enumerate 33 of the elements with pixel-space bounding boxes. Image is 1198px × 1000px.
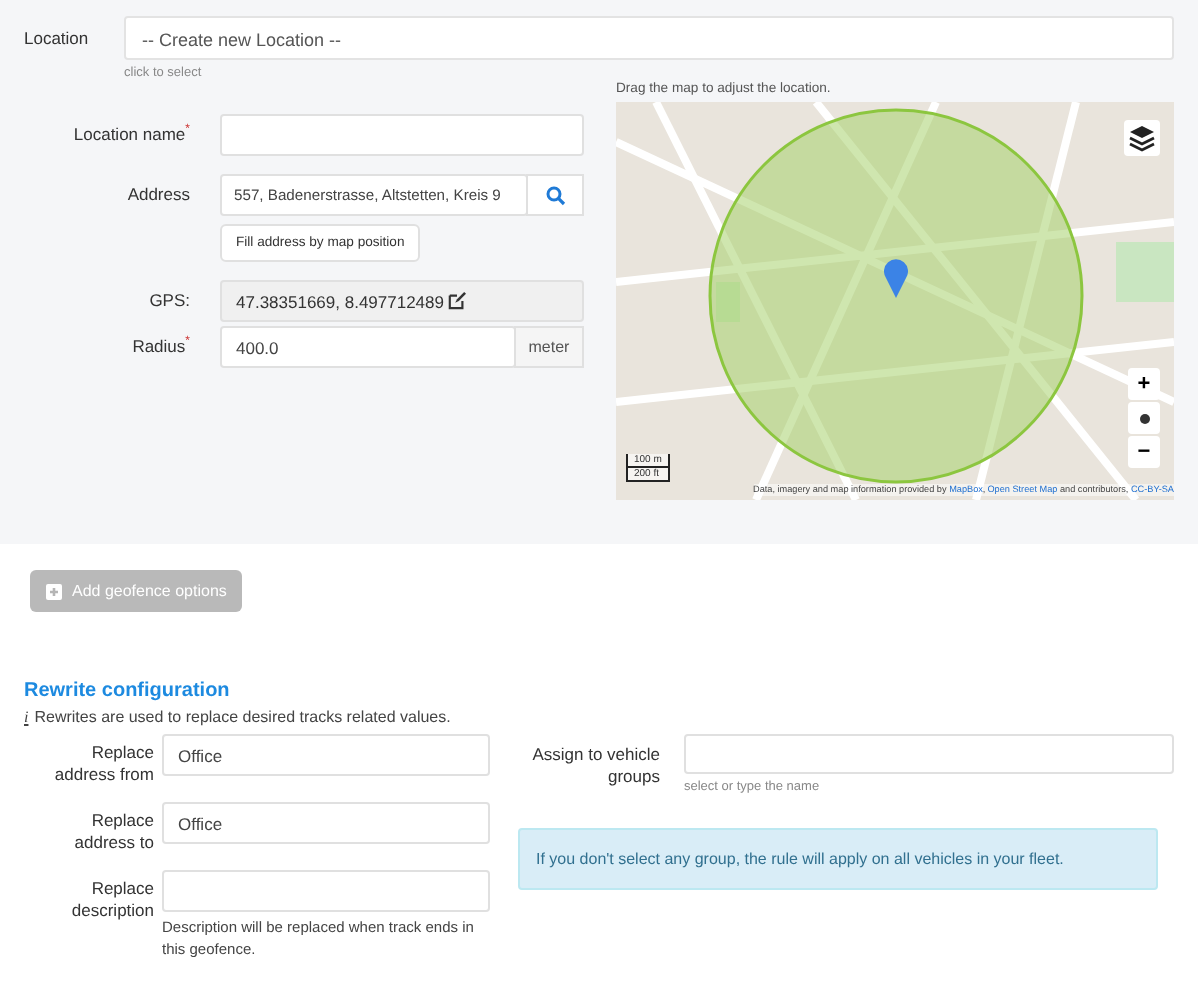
text-input[interactable] — [220, 114, 584, 156]
locate-button[interactable] — [1128, 402, 1160, 434]
search-button[interactable] — [526, 174, 584, 216]
location-select[interactable]: -- Create new Location -- — [124, 16, 1174, 60]
field-label: Replace address to — [72, 808, 154, 854]
text-input[interactable]: Office — [162, 734, 490, 776]
field-label: Address — [125, 182, 190, 208]
zoom-out-button[interactable]: − — [1128, 436, 1160, 468]
field-label: GPS: — [147, 288, 190, 314]
radius-input[interactable]: 400.0 — [220, 326, 516, 368]
layers-icon — [1128, 124, 1156, 152]
layers-button[interactable] — [1124, 120, 1160, 156]
edit-icon[interactable] — [448, 292, 466, 310]
zoom-in-button[interactable]: + — [1128, 368, 1160, 400]
dot-icon — [1139, 413, 1149, 423]
plus-square-icon — [46, 583, 62, 599]
field-label: Radius$^{*}$ — [130, 333, 190, 360]
field-label: Location name$^{*}$ — [71, 121, 190, 148]
info-icon: i — [24, 708, 29, 726]
field-label: Location — [22, 26, 91, 52]
info-alert: If you don't select any group, the rule will apply on all vehicles in your fleet. — [518, 828, 1158, 890]
gps-value: 47.38351669, 8.497712489 — [236, 291, 444, 311]
info-text: Rewrites are used to replace desired tracks related values. — [34, 708, 451, 726]
text-input[interactable] — [162, 870, 490, 912]
vehicle-groups-input[interactable] — [684, 734, 1174, 774]
map-pin-icon — [884, 258, 908, 298]
text-input[interactable]: Office — [162, 802, 490, 844]
field-label: Assign to vehicle groups — [530, 742, 660, 790]
unit-label: meter — [514, 326, 584, 368]
section-title: Rewrite configuration — [24, 680, 232, 702]
search-icon — [545, 185, 565, 205]
field-label: Replace description — [69, 876, 154, 924]
field-label: Replace address from — [52, 740, 154, 786]
